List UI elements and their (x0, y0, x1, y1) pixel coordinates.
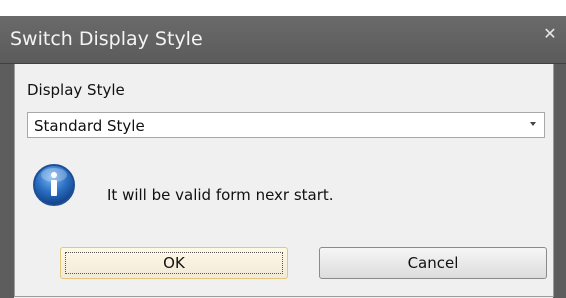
title-bar: Switch Display Style ✕ (0, 16, 566, 64)
info-icon (33, 164, 75, 206)
right-frame (553, 64, 566, 298)
dialog-body: Display Style Standard Style It will be … (14, 64, 554, 297)
cancel-button[interactable]: Cancel (319, 247, 547, 279)
dialog-title: Switch Display Style (10, 28, 203, 50)
top-strip (0, 0, 566, 16)
switch-display-style-dialog: Switch Display Style ✕ Display Style Sta… (0, 0, 566, 298)
dropdown-selected-value: Standard Style (34, 117, 145, 135)
close-icon[interactable]: ✕ (542, 26, 558, 42)
ok-button[interactable]: OK (60, 247, 288, 279)
ok-button-label: OK (163, 254, 185, 272)
left-frame (0, 64, 14, 298)
info-message: It will be valid form nexr start. (107, 186, 334, 204)
display-style-label: Display Style (27, 81, 125, 99)
display-style-dropdown[interactable]: Standard Style (27, 112, 545, 138)
chevron-down-icon[interactable] (530, 122, 536, 126)
